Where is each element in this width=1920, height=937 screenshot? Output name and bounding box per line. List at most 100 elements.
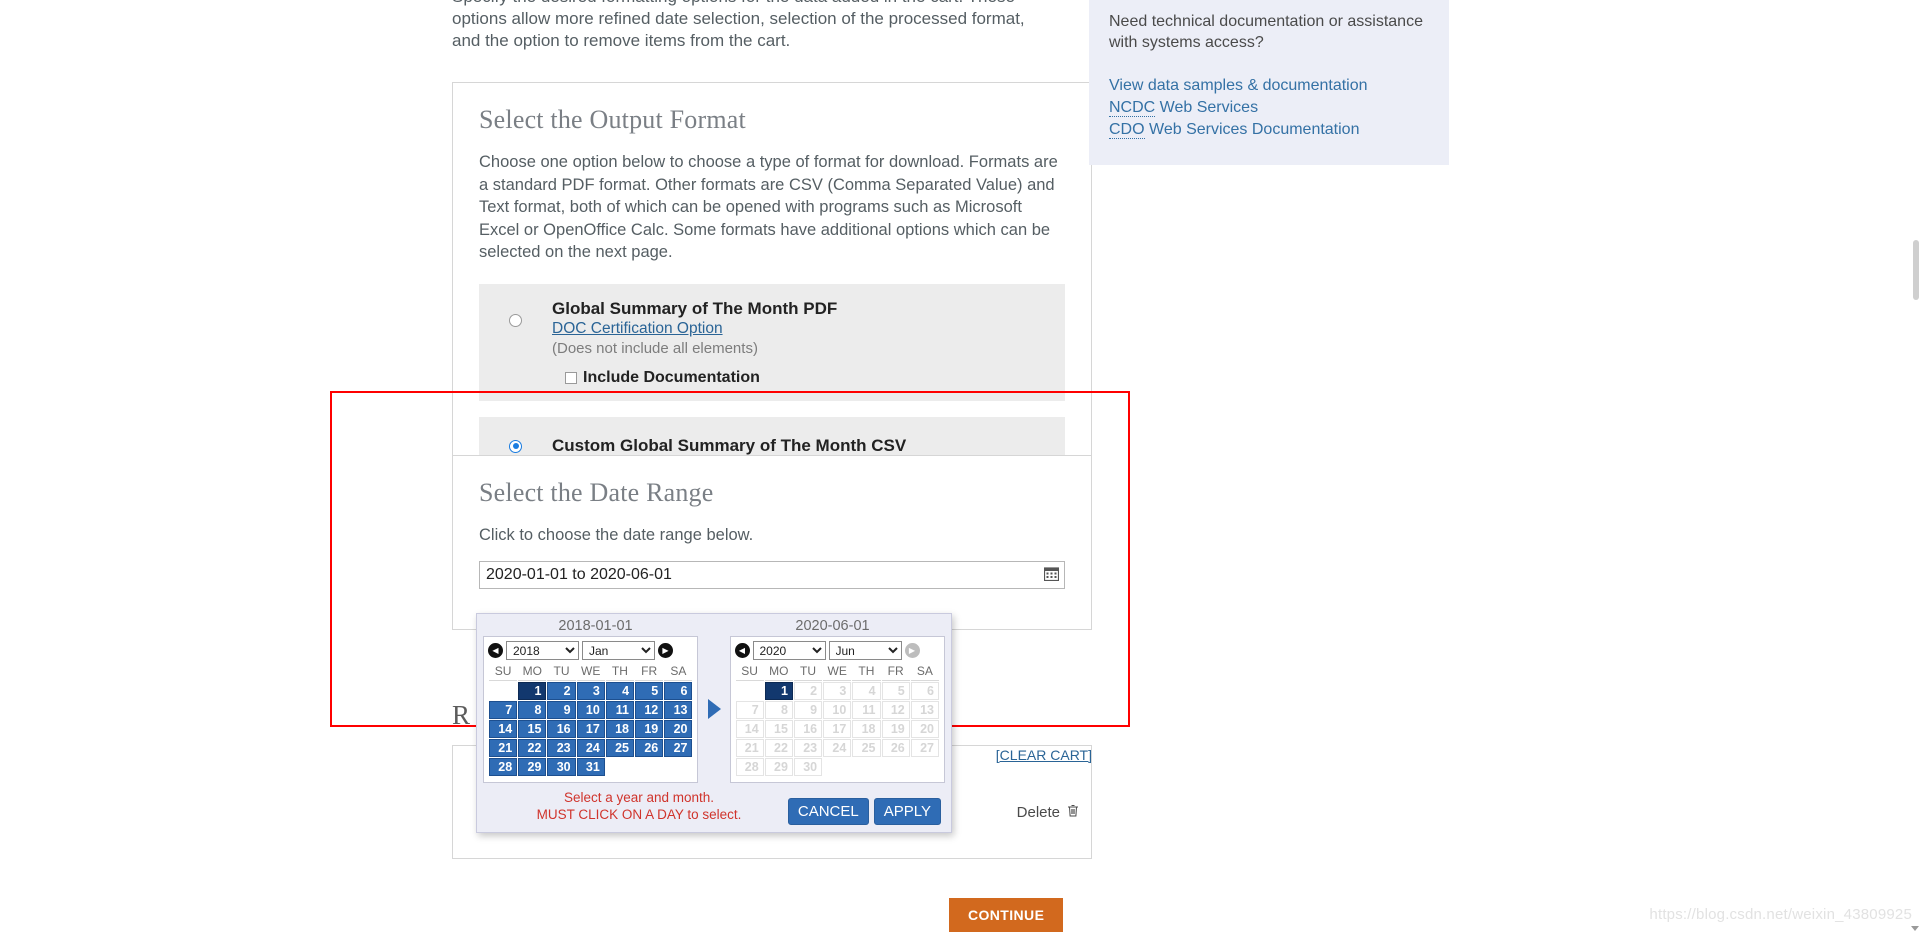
weekday-header: SA bbox=[664, 664, 693, 681]
calendar-day-cell[interactable]: 24 bbox=[576, 739, 605, 757]
calendar-day-cell: 4 bbox=[852, 682, 881, 700]
calendar-day-cell[interactable]: 14 bbox=[489, 720, 518, 738]
calendar-day-cell: 28 bbox=[735, 758, 764, 776]
radio-pdf[interactable] bbox=[509, 313, 522, 327]
calendar-day-cell: 21 bbox=[735, 739, 764, 757]
calendar-day-cell[interactable]: 19 bbox=[635, 720, 664, 738]
calendar-start-prev-icon[interactable]: ◀ bbox=[488, 643, 503, 658]
calendar-start-nav: ◀ 20162017201820192020 JanFebMarAprMayJu… bbox=[488, 641, 693, 660]
calendar-day-cell[interactable]: 15 bbox=[518, 720, 547, 738]
picker-header-end: 2020-06-01 bbox=[795, 618, 870, 634]
calendar-icon[interactable] bbox=[1043, 566, 1059, 582]
weekday-header: FR bbox=[635, 664, 664, 681]
calendar-day-cell[interactable]: 17 bbox=[576, 720, 605, 738]
picker-buttons: CANCEL APPLY bbox=[787, 798, 941, 825]
calendar-day-cell[interactable]: 31 bbox=[576, 758, 605, 776]
date-range-input[interactable] bbox=[479, 560, 1065, 589]
calendar-day-cell: 29 bbox=[764, 758, 793, 776]
output-option-pdf-title: Global Summary of The Month PDF bbox=[552, 298, 838, 318]
sidebar-question: Need technical documentation or assistan… bbox=[1109, 13, 1423, 51]
calendar-end-prev-icon[interactable]: ◀ bbox=[734, 643, 750, 658]
calendar-day-cell[interactable]: 22 bbox=[518, 739, 547, 757]
calendar-empty-cell bbox=[852, 758, 880, 776]
calendar-day-cell[interactable]: 26 bbox=[635, 739, 664, 757]
calendar-day-cell[interactable]: 29 bbox=[518, 758, 547, 776]
delete-cart-item[interactable]: Delete bbox=[1017, 804, 1079, 821]
continue-button[interactable]: CONTINUE bbox=[949, 898, 1064, 932]
calendar-day-cell: 19 bbox=[881, 720, 910, 738]
calendar-day-cell[interactable]: 10 bbox=[576, 701, 605, 719]
sidebar-link-cdo-web-services-doc[interactable]: CDO Web Services Documentation bbox=[1109, 119, 1429, 140]
calendar-day-cell: 6 bbox=[910, 682, 939, 700]
calendar-end[interactable]: ◀ 20162017201820192020 JanFebMarAprMayJu… bbox=[729, 636, 945, 783]
calendar-start[interactable]: ◀ 20162017201820192020 JanFebMarAprMayJu… bbox=[483, 636, 699, 783]
calendar-end-month-select[interactable]: JanFebMarAprMayJunJulAugSepOctNovDec bbox=[828, 641, 902, 660]
date-input-row bbox=[479, 560, 1065, 589]
include-documentation-label: Include Documentation bbox=[583, 368, 760, 386]
calendar-day-cell[interactable]: 6 bbox=[664, 682, 693, 700]
calendar-empty-cell bbox=[606, 758, 634, 776]
calendar-day-cell[interactable]: 5 bbox=[635, 682, 664, 700]
radio-csv-wrapper[interactable] bbox=[479, 435, 552, 453]
calendar-day-cell[interactable]: 12 bbox=[635, 701, 664, 719]
picker-cancel-button[interactable]: CANCEL bbox=[787, 798, 869, 825]
calendar-day-cell: 2 bbox=[793, 682, 823, 700]
calendar-day-cell[interactable]: 16 bbox=[547, 720, 576, 738]
calendar-day-cell[interactable]: 11 bbox=[605, 701, 635, 719]
calendar-week-row: 123456 bbox=[736, 682, 939, 700]
weekday-header: SU bbox=[489, 664, 518, 681]
calendar-start-month-select[interactable]: JanFebMarAprMayJunJulAugSepOctNovDec bbox=[582, 641, 655, 660]
calendar-day-cell[interactable]: 21 bbox=[489, 739, 518, 757]
sidebar-links-bottom: View data samples & documentation NCDC W… bbox=[1109, 75, 1429, 140]
calendar-day-cell[interactable]: 13 bbox=[664, 701, 693, 719]
picker-apply-button[interactable]: APPLY bbox=[873, 798, 941, 825]
calendar-day-cell[interactable]: 18 bbox=[605, 720, 635, 738]
radio-pdf-wrapper[interactable] bbox=[479, 298, 552, 327]
scrollbar-thumb[interactable] bbox=[1913, 240, 1919, 300]
include-documentation-row[interactable]: Include Documentation bbox=[552, 369, 1065, 387]
radio-csv[interactable] bbox=[509, 439, 522, 453]
intro-paragraph: Specify the desired formatting options f… bbox=[452, 0, 1092, 52]
calendar-day-cell[interactable]: 25 bbox=[605, 739, 635, 757]
calendar-day-cell[interactable]: 27 bbox=[664, 739, 693, 757]
picker-message-line-1: Select a year and month. bbox=[563, 790, 715, 805]
calendar-empty-cell bbox=[911, 758, 939, 776]
date-range-picker-popup[interactable]: 2018-01-01 2020-06-01 ◀ 2016201720182019… bbox=[476, 613, 952, 833]
cdo-text: Web Services Documentation bbox=[1144, 121, 1360, 138]
calendar-day-cell[interactable]: 28 bbox=[489, 758, 518, 776]
calendar-day-cell[interactable]: 2 bbox=[547, 682, 576, 700]
output-option-pdf[interactable]: Global Summary of The Month PDF DOC Cert… bbox=[479, 283, 1065, 401]
weekday-header: FR bbox=[881, 664, 910, 681]
weekday-header: MO bbox=[764, 664, 793, 681]
calendar-week-row: 123456 bbox=[489, 682, 693, 700]
calendar-end-nav: ◀ 20162017201820192020 JanFebMarAprMayJu… bbox=[734, 641, 940, 660]
calendar-day-cell[interactable]: 4 bbox=[605, 682, 635, 700]
sidebar-link-ncdc-web-services[interactable]: NCDC Web Services bbox=[1109, 97, 1429, 118]
scroll-down-icon[interactable] bbox=[1911, 926, 1919, 931]
ncdc-abbr: NCDC bbox=[1109, 99, 1156, 117]
calendar-day-cell[interactable]: 8 bbox=[518, 701, 547, 719]
sidebar-link-data-samples[interactable]: View data samples & documentation bbox=[1109, 75, 1429, 96]
trash-icon[interactable] bbox=[1067, 804, 1079, 821]
calendar-day-cell[interactable]: 3 bbox=[576, 682, 605, 700]
include-documentation-checkbox[interactable] bbox=[565, 371, 577, 384]
calendar-end-grid: SU MO TU WE TH FR SA 1 2 3 4 5 6 7 8 9 10 11 12 13 14 15 16 17… bbox=[735, 663, 940, 777]
calendar-day-cell[interactable]: 23 bbox=[547, 739, 576, 757]
picker-header-start: 2018-01-01 bbox=[558, 618, 633, 634]
weekday-header: TU bbox=[547, 664, 576, 681]
output-format-description: Choose one option below to choose a type… bbox=[479, 153, 1058, 261]
calendar-start-next-icon[interactable]: ▶ bbox=[658, 643, 673, 658]
page-root: Specify the desired formatting options f… bbox=[0, 0, 1920, 937]
doc-certification-option-link[interactable]: DOC Certification Option bbox=[552, 319, 1065, 339]
calendar-day-cell[interactable]: 9 bbox=[547, 701, 576, 719]
calendar-day-cell[interactable]: 1 bbox=[518, 682, 547, 700]
calendar-day-cell[interactable]: 7 bbox=[489, 701, 518, 719]
calendar-start-year-select[interactable]: 20162017201820192020 bbox=[506, 641, 579, 660]
page-scrollbar[interactable] bbox=[1911, 0, 1920, 937]
calendar-day-cell: 20 bbox=[910, 720, 939, 738]
calendar-day-cell[interactable]: 1 bbox=[764, 682, 793, 700]
output-option-pdf-body: Global Summary of The Month PDF DOC Cert… bbox=[552, 298, 1065, 387]
calendar-day-cell[interactable]: 30 bbox=[547, 758, 576, 776]
calendar-day-cell[interactable]: 20 bbox=[664, 720, 693, 738]
calendar-end-year-select[interactable]: 20162017201820192020 bbox=[752, 641, 826, 660]
